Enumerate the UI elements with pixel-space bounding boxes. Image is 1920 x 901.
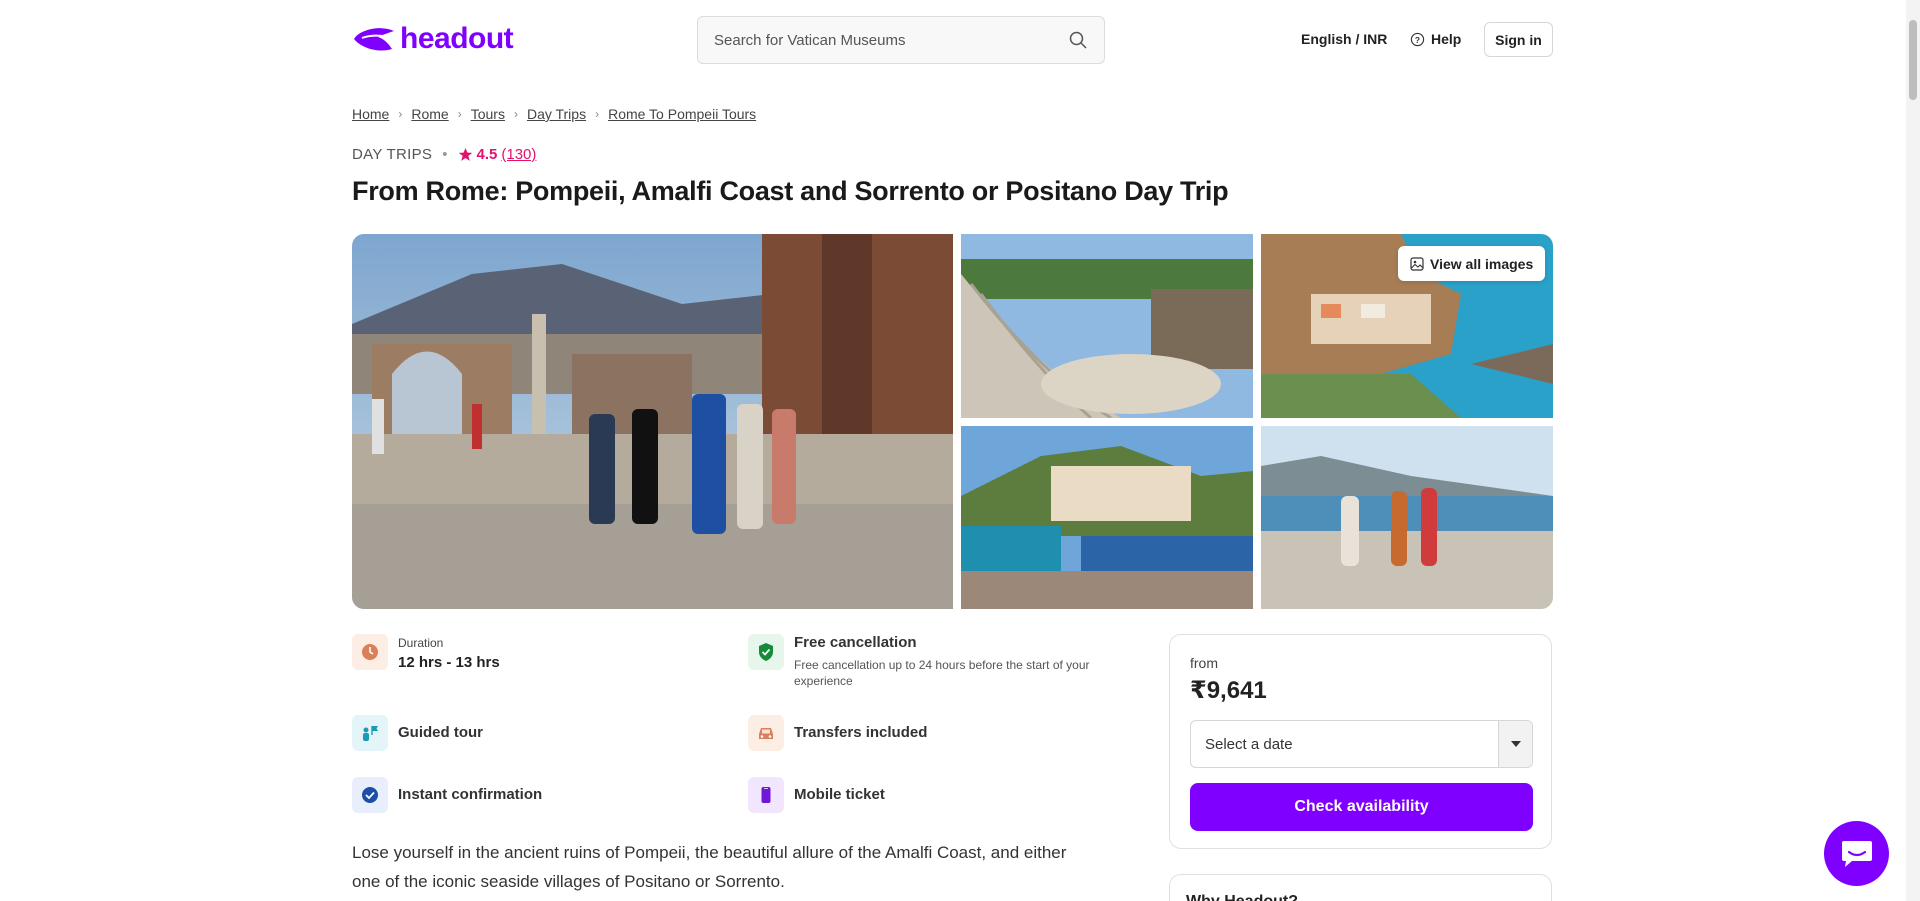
mobile-ticket-label: Mobile ticket [794,786,885,803]
breadcrumb: Home › Rome › Tours › Day Trips › Rome T… [352,106,756,122]
price-value: ₹9,641 [1190,677,1267,704]
help-icon: ? [1410,32,1425,46]
free-cancellation-subtitle: Free cancellation up to 24 hours before … [794,658,1090,688]
product-meta: DAY TRIPS • 4.5 (130) [352,146,536,163]
breadcrumb-home[interactable]: Home [352,106,389,122]
logo-text: headout [400,22,514,55]
page-scrollbar[interactable] [1906,0,1920,901]
category-label[interactable]: DAY TRIPS [352,146,432,163]
booking-card: from ₹9,641 Select a date Check availabi… [1169,634,1552,849]
svg-text:?: ? [1415,34,1420,44]
product-description: Lose yourself in the ancient ruins of Po… [352,843,1067,891]
search-bar[interactable] [697,16,1105,64]
highlight-duration: Duration 12 hrs - 13 hrs [352,634,500,671]
breadcrumb-day-trips[interactable]: Day Trips [527,106,586,122]
guide-icon [352,715,388,751]
view-all-images-button[interactable]: View all images [1398,246,1546,281]
headout-logo-icon [354,28,394,51]
date-select-placeholder: Select a date [1205,735,1293,753]
breadcrumb-tours[interactable]: Tours [471,106,505,122]
site-header: headout English / INR ? Help Sign in [0,0,1920,80]
search-icon[interactable] [1068,30,1088,50]
highlight-guided-tour: Guided tour [352,715,483,751]
help-label: Help [1431,31,1462,47]
star-icon [458,147,472,161]
highlight-instant-confirmation: Instant confirmation [352,777,542,813]
view-all-label: View all images [1430,255,1534,272]
rating-count-link[interactable]: (130) [501,146,536,163]
chevron-right-icon: › [595,107,600,121]
chat-bubble-icon [1841,840,1872,867]
product-title: From Rome: Pompeii, Amalfi Coast and Sor… [352,176,1229,206]
highlight-mobile-ticket: Mobile ticket [748,777,885,813]
breadcrumb-rome-to-pompeii[interactable]: Rome To Pompeii Tours [608,106,756,122]
highlight-transfers: Transfers included [748,715,927,751]
transfers-label: Transfers included [794,724,928,741]
image-icon [1410,256,1424,271]
image-gallery [352,234,1553,609]
scrollbar-thumb[interactable] [1909,20,1917,100]
guided-tour-label: Guided tour [398,724,483,741]
instant-confirmation-label: Instant confirmation [398,786,543,803]
shield-check-icon [748,634,784,670]
search-input[interactable] [714,31,1068,49]
gallery-image-pompeii-ruins[interactable] [352,234,953,609]
breadcrumb-rome[interactable]: Rome [411,106,448,122]
why-headout-card: Why Headout? [1169,874,1552,901]
sign-in-button[interactable]: Sign in [1484,22,1553,57]
chat-button[interactable] [1824,821,1889,886]
date-select[interactable]: Select a date [1190,720,1533,768]
help-link[interactable]: ? Help [1410,31,1461,47]
chevron-right-icon: › [398,107,403,121]
chevron-right-icon: › [513,107,518,121]
gallery-image-positano-beach[interactable] [961,426,1253,609]
mobile-phone-icon [748,777,784,813]
duration-value: 12 hrs - 13 hrs [398,654,500,671]
headout-logo[interactable]: headout [352,22,514,56]
chevron-right-icon: › [457,107,462,121]
car-icon [748,715,784,751]
rating[interactable]: 4.5 (130) [458,146,536,163]
highlight-free-cancellation: Free cancellation Free cancellation up t… [748,634,1094,689]
why-headout-title: Why Headout? [1186,893,1298,901]
check-availability-button[interactable]: Check availability [1190,783,1533,831]
duration-label: Duration [398,636,444,650]
gallery-image-amphitheatre[interactable] [961,234,1253,418]
check-circle-icon [352,777,388,813]
language-currency-selector[interactable]: English / INR [1301,31,1387,47]
gallery-image-coastal-walk[interactable] [1261,426,1553,609]
price-from-label: from [1190,655,1218,671]
separator-dot: • [442,146,448,163]
rating-value: 4.5 [476,146,498,163]
chevron-down-icon[interactable] [1498,721,1532,767]
clock-icon [352,634,388,670]
free-cancellation-title: Free cancellation [794,634,917,651]
